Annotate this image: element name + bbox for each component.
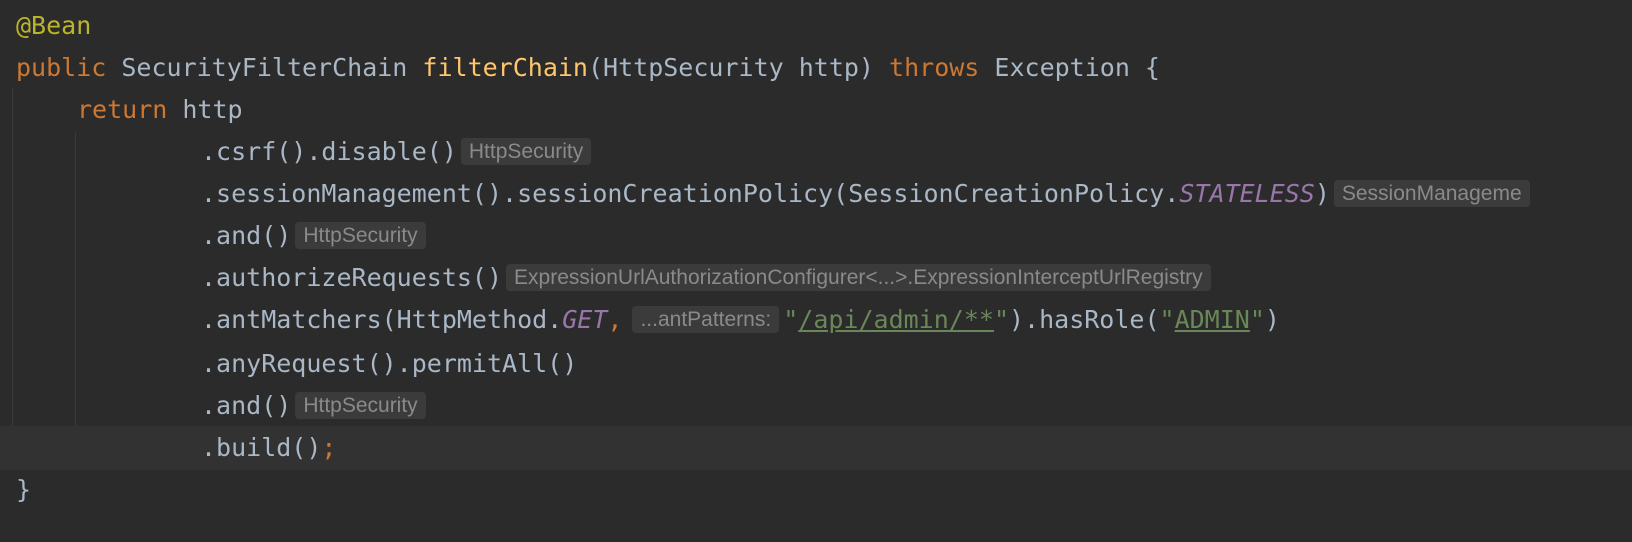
chain-call: .csrf().disable(): [201, 137, 457, 166]
code-line-9: .anyRequest().permitAll(): [201, 342, 577, 386]
bean-annotation: @Bean: [16, 11, 92, 40]
keyword-throws: throws: [889, 53, 980, 82]
chain-call-end: ): [1314, 179, 1330, 208]
comma: ,: [607, 305, 623, 334]
chain-call: .sessionManagement().sessionCreationPoli…: [201, 179, 1180, 208]
parameter-hint: ...antPatterns:: [632, 306, 780, 333]
quote: ": [1249, 305, 1265, 334]
quote: ": [783, 305, 799, 334]
enum-constant: STATELESS: [1179, 179, 1315, 208]
return-type: SecurityFilterChain: [121, 53, 408, 82]
indent-guide-outer: [12, 88, 13, 468]
role-string[interactable]: ADMIN: [1175, 305, 1250, 334]
closing-brace: }: [16, 475, 32, 504]
enum-constant: GET: [562, 305, 608, 334]
code-line-2: public SecurityFilterChain filterChain(H…: [16, 46, 1160, 90]
chain-call: .and(): [201, 391, 292, 420]
code-line-7: .authorizeRequests() ExpressionUrlAuthori…: [201, 256, 1215, 300]
type-hint: HttpSecurity: [295, 392, 426, 419]
quote: ": [1159, 305, 1175, 334]
method-name: filterChain: [422, 53, 588, 82]
code-line-1: @Bean: [16, 4, 91, 48]
chain-call-end: ): [1264, 305, 1280, 334]
path-string[interactable]: /api/admin/**: [798, 305, 994, 334]
type-hint: ExpressionUrlAuthorizationConfigurer<...…: [506, 264, 1211, 291]
chain-call: .anyRequest().permitAll(): [201, 349, 578, 378]
type-hint: HttpSecurity: [295, 222, 426, 249]
semicolon: ;: [321, 433, 337, 462]
type-hint: HttpSecurity: [460, 138, 592, 165]
type-hint: SessionManageme: [1333, 180, 1530, 207]
code-line-10: .and() HttpSecurity: [201, 384, 430, 428]
indent-guide-inner: [75, 132, 76, 468]
return-target: http: [182, 95, 243, 124]
keyword-public: public: [16, 53, 107, 82]
code-line-5: .sessionManagement().sessionCreationPoli…: [201, 172, 1534, 216]
method-params: (HttpSecurity http): [588, 53, 874, 82]
code-line-8: .antMatchers(HttpMethod.GET, ...antPatter…: [201, 298, 1280, 342]
chain-call: .build(): [201, 433, 322, 462]
code-line-12: }: [16, 468, 31, 512]
code-editor[interactable]: @Bean public SecurityFilterChain filterC…: [0, 0, 1632, 542]
code-line-4: .csrf().disable() HttpSecurity: [201, 130, 595, 174]
code-line-3: return http: [77, 88, 243, 132]
keyword-return: return: [77, 95, 168, 124]
chain-call: .authorizeRequests(): [201, 263, 503, 292]
chain-call: ).hasRole(: [1009, 305, 1160, 334]
chain-call: .antMatchers(HttpMethod.: [201, 305, 563, 334]
code-line-11-current: .build();: [0, 426, 1632, 470]
quote: ": [993, 305, 1009, 334]
code-line-6: .and() HttpSecurity: [201, 214, 430, 258]
chain-call: .and(): [201, 221, 292, 250]
exception-type: Exception {: [994, 53, 1160, 82]
